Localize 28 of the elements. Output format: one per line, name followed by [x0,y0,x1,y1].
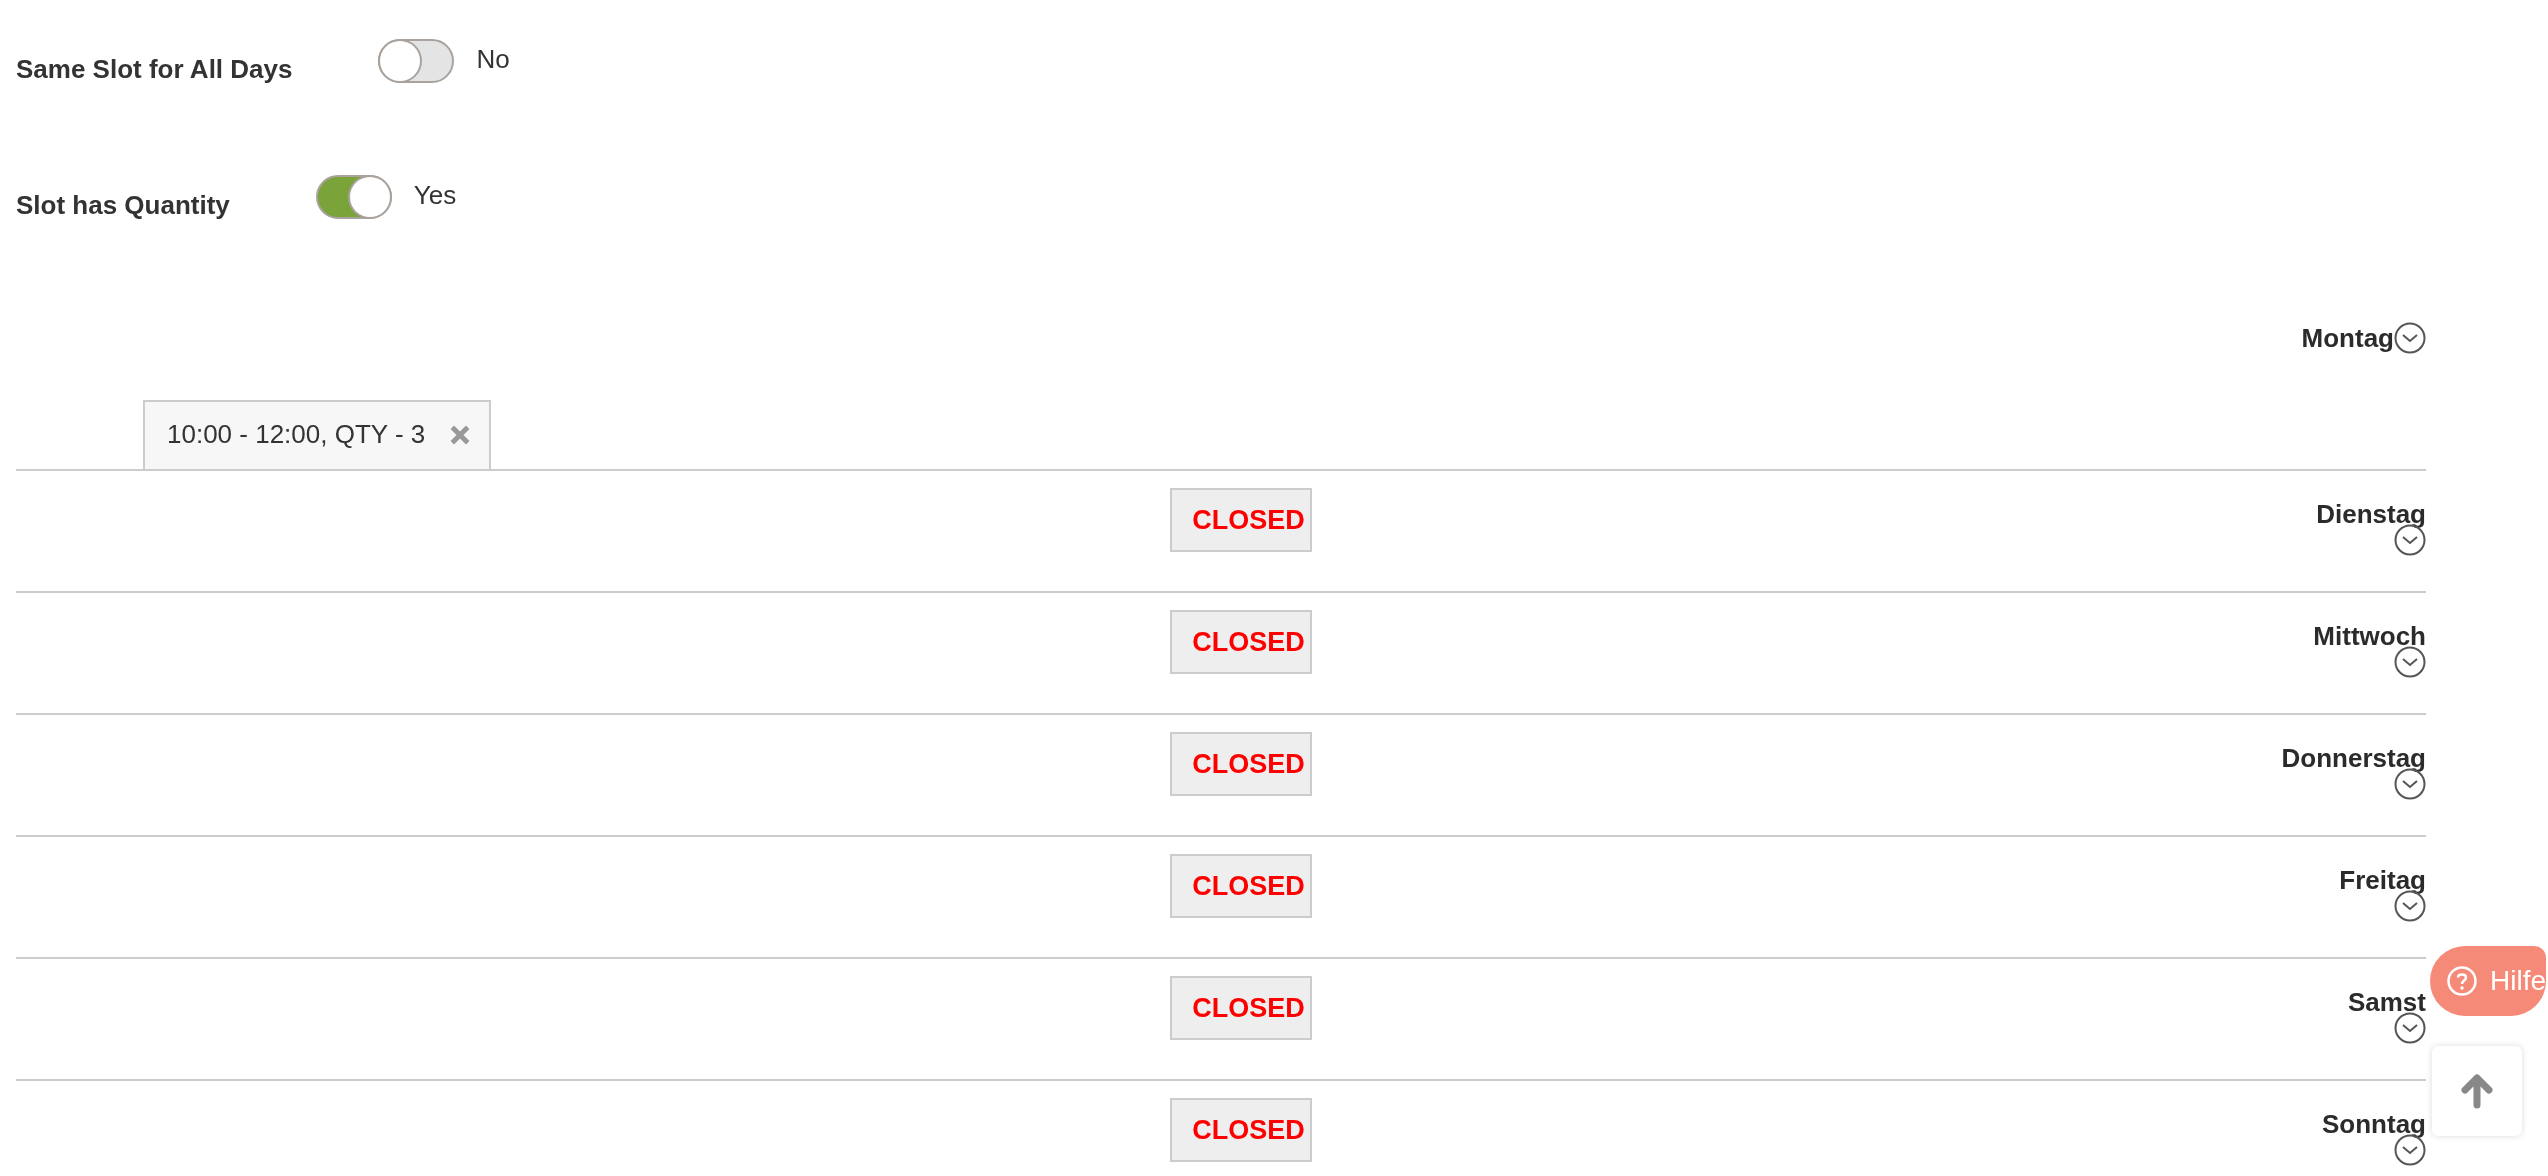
slot-text: 10:00 - 12:00, QTY - 3 [167,419,426,450]
closed-badge: CLOSED [1170,610,1312,674]
scroll-top-button[interactable] [2432,1046,2522,1136]
toggle-switch[interactable] [378,39,455,83]
day-name: Dienstag [2316,499,2426,530]
closed-badge: CLOSED [1170,1098,1312,1162]
day-name: Samst [2347,987,2426,1018]
closed-badge: CLOSED [1170,854,1312,918]
toggle-value: No [476,43,510,76]
chevron-down-icon[interactable] [2394,1012,2426,1044]
toggle-value: Yes [413,179,457,212]
toggle-switch[interactable] [315,175,392,219]
question-icon [2446,965,2478,997]
day-name: Mittwoch [2313,621,2426,652]
day-name: Freitag [2339,865,2426,896]
day-name: Montag [2301,322,2394,354]
closed-badge: CLOSED [1170,976,1312,1040]
chevron-down-icon[interactable] [2394,646,2426,678]
close-icon[interactable] [449,423,472,446]
chevron-down-icon[interactable] [2394,322,2426,354]
arrow-up-icon [2459,1073,2495,1109]
setting-label: Slot has Quantity [16,188,230,221]
day-name: Sonntag [2322,1109,2426,1140]
closed-badge: CLOSED [1170,732,1312,796]
setting-label: Same Slot for All Days [16,52,293,85]
day-name: Donnerstag [2281,743,2426,774]
help-button[interactable]: Hilfe [2430,946,2546,1016]
closed-badge: CLOSED [1170,488,1312,552]
